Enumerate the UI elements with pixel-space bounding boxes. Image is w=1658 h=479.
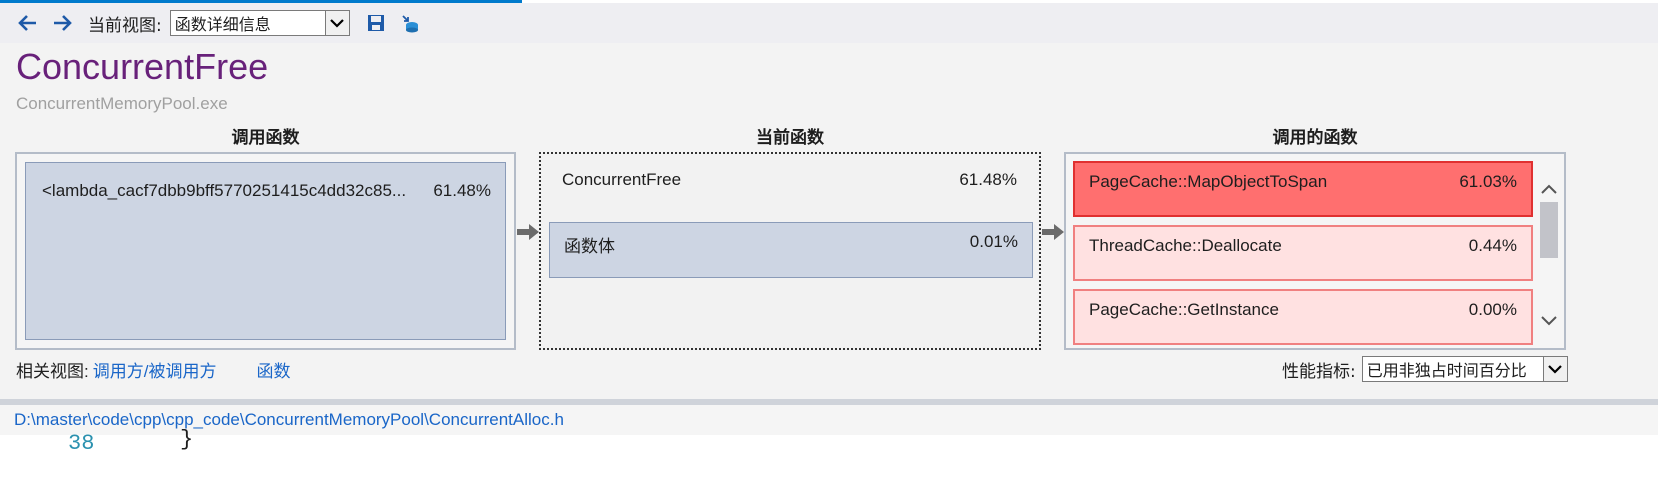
toolbar: 当前视图: 函数详细信息 [0,3,1658,43]
code-editor[interactable] [0,435,1658,479]
function-body-label: 函数体 [564,237,615,256]
callee-percent: 0.00% [1468,300,1517,319]
metric-value: 已用非独占时间百分比 [1366,361,1527,380]
right-arrow-icon [516,222,540,246]
right-arrow-icon [1041,222,1065,246]
save-icon[interactable] [364,11,388,35]
callee-name: ThreadCache::Deallocate [1089,236,1282,255]
caller-item[interactable]: <lambda_cacf7dbb9bff5770251415c4dd32c85.… [25,162,506,340]
caller-name: <lambda_cacf7dbb9bff5770251415c4dd32c85.… [42,181,407,200]
current-column-title: 当前函数 [756,128,824,148]
related-views-label: 相关视图: [16,362,89,381]
callee-name: PageCache::MapObjectToSpan [1089,172,1328,191]
metric-dropdown[interactable]: 已用非独占时间百分比 [1361,356,1568,382]
callee-item[interactable]: PageCache::GetInstance 0.00% [1073,289,1533,345]
callee-percent: 0.44% [1468,236,1517,255]
forward-arrow-icon[interactable] [50,11,74,35]
current-function-panel: ConcurrentFree 61.48% 函数体 0.01% [539,152,1041,350]
metric-label: 性能指标: [1282,361,1356,382]
line-number: 38 [68,431,95,456]
current-view-value: 函数详细信息 [174,15,271,34]
metric-selector: 性能指标: 已用非独占时间百分比 [1282,356,1568,382]
chevron-down-icon[interactable] [324,11,349,35]
caller-callee-link[interactable]: 调用方/被调用方 [93,357,217,382]
callees-scrollbar[interactable] [1538,162,1560,342]
source-file-path[interactable]: D:\master\code\cpp\cpp_code\ConcurrentMe… [14,410,564,430]
export-icon[interactable] [398,11,422,35]
callee-name: PageCache::GetInstance [1089,300,1279,319]
related-views: 相关视图: 调用方/被调用方 函数 [16,357,290,382]
chevron-down-icon[interactable] [1540,312,1558,331]
current-function-percent: 61.48% [959,170,1017,189]
callee-item[interactable]: PageCache::MapObjectToSpan 61.03% [1073,161,1533,217]
module-name: ConcurrentMemoryPool.exe [16,94,228,113]
function-body-item[interactable]: 函数体 0.01% [549,222,1033,278]
function-title: ConcurrentFree [16,46,269,87]
chevron-down-icon[interactable] [1542,357,1567,381]
callee-item[interactable]: ThreadCache::Deallocate 0.44% [1073,225,1533,281]
chevron-up-icon[interactable] [1540,180,1558,199]
callees-column-title: 调用的函数 [1272,128,1358,148]
current-view-label: 当前视图: [88,15,162,36]
code-text: } [180,427,194,452]
functions-link[interactable]: 函数 [256,357,290,382]
callers-panel: <lambda_cacf7dbb9bff5770251415c4dd32c85.… [15,152,516,350]
current-view-dropdown[interactable]: 函数详细信息 [169,10,350,36]
callees-panel: PageCache::MapObjectToSpan 61.03% Thread… [1064,152,1566,350]
caller-percent: 61.48% [433,181,491,200]
back-arrow-icon[interactable] [16,11,40,35]
callee-percent: 61.03% [1459,172,1517,191]
function-body-percent: 0.01% [969,232,1018,251]
callers-column-title: 调用函数 [231,128,300,148]
scrollbar-thumb[interactable] [1540,202,1558,258]
current-function-name: ConcurrentFree [562,170,682,189]
